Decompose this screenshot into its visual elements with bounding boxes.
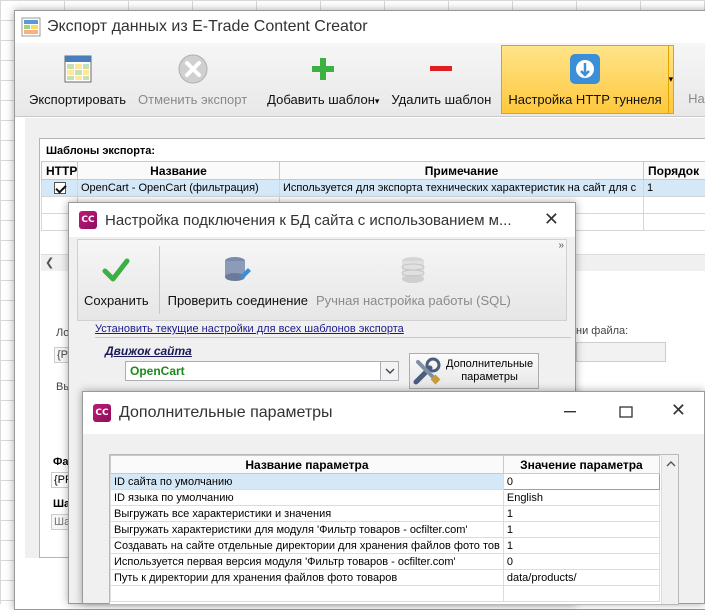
main-toolbar: Экспортировать Отменить экспорт Добавить… bbox=[15, 43, 705, 117]
close-icon[interactable]: ✕ bbox=[671, 400, 686, 421]
minus-icon bbox=[424, 52, 458, 86]
table-row[interactable]: OpenCart - OpenCart (фильтрация) Использ… bbox=[42, 180, 705, 197]
param-value[interactable]: English bbox=[503, 490, 659, 506]
template-order: 1 bbox=[644, 180, 705, 197]
param-value[interactable]: 1 bbox=[503, 538, 659, 554]
col-order[interactable]: Порядок bbox=[644, 162, 705, 180]
app-icon bbox=[21, 17, 41, 37]
engine-label: Движок сайта bbox=[105, 344, 192, 358]
engine-value: OpenCart bbox=[130, 364, 185, 378]
add-template-button[interactable]: Добавить шаблон▾ bbox=[261, 43, 385, 116]
table-row[interactable]: Используется первая версия модуля 'Фильт… bbox=[111, 554, 660, 570]
cancel-export-label: Отменить экспорт bbox=[138, 92, 247, 107]
manual-sql-button[interactable]: Ручная настройка работы (SQL) bbox=[312, 240, 515, 320]
param-name: ID сайта по умолчанию bbox=[111, 474, 504, 490]
col-param-value[interactable]: Значение параметра bbox=[503, 456, 659, 474]
param-name: Выгружать все характеристики и значения bbox=[111, 506, 504, 522]
http-checkbox[interactable] bbox=[54, 182, 66, 194]
scroll-up-icon[interactable] bbox=[662, 455, 679, 472]
checkmark-icon bbox=[99, 253, 133, 287]
cancel-icon bbox=[176, 52, 210, 86]
table-row[interactable]: Выгружать характеристики для модуля 'Фил… bbox=[111, 522, 660, 538]
check-connection-label: Проверить соединение bbox=[168, 293, 308, 308]
export-button[interactable]: Экспортировать bbox=[15, 43, 132, 116]
minimize-icon[interactable] bbox=[560, 402, 580, 422]
chevron-down-icon: ▾ bbox=[669, 74, 674, 85]
manual-sql-label: Ручная настройка работы (SQL) bbox=[316, 293, 511, 308]
params-grid-frame: Название параметра Значение параметра ID… bbox=[109, 454, 679, 605]
params-window-title: Дополнительные параметры bbox=[119, 404, 333, 422]
http-tunnel-button[interactable]: Настройка HTTP туннеля bbox=[501, 45, 668, 114]
db-titlebar[interactable]: CC Настройка подключения к БД сайта с ис… bbox=[69, 203, 575, 237]
table-row[interactable]: Создавать на сайте отдельные директории … bbox=[111, 538, 660, 554]
vertical-scrollbar[interactable] bbox=[661, 455, 678, 605]
table-row[interactable]: Путь к директории для хранения файлов фо… bbox=[111, 570, 660, 586]
file-name-field[interactable] bbox=[576, 342, 666, 362]
tools-icon bbox=[412, 356, 442, 386]
main-titlebar[interactable]: Экспорт данных из E-Trade Content Creato… bbox=[15, 11, 705, 43]
plus-icon bbox=[306, 52, 340, 86]
http-tunnel-label: Настройка HTTP туннеля bbox=[508, 92, 661, 107]
maximize-icon[interactable] bbox=[616, 402, 636, 422]
params-titlebar[interactable]: CC Дополнительные параметры ✕ bbox=[83, 392, 704, 434]
app-icon: CC bbox=[79, 211, 97, 229]
delete-template-button[interactable]: Удалить шаблон bbox=[385, 43, 497, 116]
apply-all-link[interactable]: Установить текущие настройки для всех ша… bbox=[95, 323, 404, 335]
close-icon[interactable]: ✕ bbox=[544, 209, 559, 230]
table-row bbox=[111, 586, 660, 602]
param-name: Создавать на сайте отдельные директории … bbox=[111, 538, 504, 554]
template-name: OpenCart - OpenCart (фильтрация) bbox=[78, 180, 280, 197]
chevron-down-icon[interactable] bbox=[380, 362, 398, 380]
export-label: Экспортировать bbox=[29, 92, 126, 107]
cancel-export-button[interactable]: Отменить экспорт bbox=[132, 43, 253, 116]
col-name[interactable]: Название bbox=[78, 162, 280, 180]
param-name: Используется первая версия модуля 'Фильт… bbox=[111, 554, 504, 570]
extra-params-line1: Дополнительные bbox=[446, 358, 533, 371]
engine-select[interactable]: OpenCart bbox=[125, 361, 399, 381]
spreadsheet-icon bbox=[61, 52, 95, 86]
param-value[interactable]: data/products/ bbox=[503, 570, 659, 586]
template-note: Используется для экспорта технических ха… bbox=[280, 180, 644, 197]
save-button[interactable]: Сохранить bbox=[78, 240, 155, 320]
extra-params-window: CC Дополнительные параметры ✕ Название п… bbox=[82, 391, 705, 604]
add-template-label: Добавить шаблон bbox=[267, 92, 375, 107]
param-name: Выгружать характеристики для модуля 'Фил… bbox=[111, 522, 504, 538]
extra-params-button[interactable]: Дополнительные параметры bbox=[409, 353, 539, 389]
label-file-name: ни файла: bbox=[576, 325, 628, 337]
col-param-name[interactable]: Название параметра bbox=[111, 456, 504, 474]
save-label: Сохранить bbox=[84, 293, 149, 308]
param-value[interactable]: 0 bbox=[503, 554, 659, 570]
label-fa: Фа bbox=[53, 456, 69, 468]
http-tunnel-dropdown[interactable]: ▾ bbox=[669, 45, 675, 114]
col-note[interactable]: Примечание bbox=[280, 162, 644, 180]
settings-label-cut: Наст bbox=[688, 91, 705, 106]
check-connection-button[interactable]: Проверить соединение bbox=[164, 240, 312, 320]
app-icon: CC bbox=[93, 404, 111, 422]
param-value[interactable]: 0 bbox=[503, 474, 659, 490]
main-window-title: Экспорт данных из E-Trade Content Creato… bbox=[47, 18, 368, 36]
tunnel-icon bbox=[568, 52, 602, 86]
db-window-title: Настройка подключения к БД сайта с испол… bbox=[105, 212, 515, 229]
database-check-icon bbox=[221, 253, 255, 287]
table-row[interactable]: ID языка по умолчанию English bbox=[111, 490, 660, 506]
templates-label: Шаблоны экспорта: bbox=[46, 145, 155, 157]
param-name: Путь к директории для хранения файлов фо… bbox=[111, 570, 504, 586]
dropdown-arrow-icon[interactable]: ▾ bbox=[375, 96, 380, 106]
settings-button-cut[interactable]: Наст bbox=[682, 43, 705, 116]
delete-template-label: Удалить шаблон bbox=[391, 92, 491, 107]
param-value[interactable]: 1 bbox=[503, 522, 659, 538]
params-table: Название параметра Значение параметра ID… bbox=[110, 455, 660, 602]
toolbar-overflow-icon[interactable]: » bbox=[558, 240, 564, 251]
param-name: ID языка по умолчанию bbox=[111, 490, 504, 506]
param-value[interactable]: 1 bbox=[503, 506, 659, 522]
extra-params-line2: параметры bbox=[446, 371, 533, 384]
db-toolbar: Сохранить Проверить соединение bbox=[77, 239, 567, 321]
col-http[interactable]: HTTP bbox=[42, 162, 78, 180]
scroll-left-icon[interactable]: ❮ bbox=[45, 256, 54, 269]
table-row[interactable]: ID сайта по умолчанию 0 bbox=[111, 474, 660, 490]
toolbar-separator bbox=[159, 246, 160, 314]
table-row[interactable]: Выгружать все характеристики и значения … bbox=[111, 506, 660, 522]
database-icon bbox=[396, 253, 430, 287]
